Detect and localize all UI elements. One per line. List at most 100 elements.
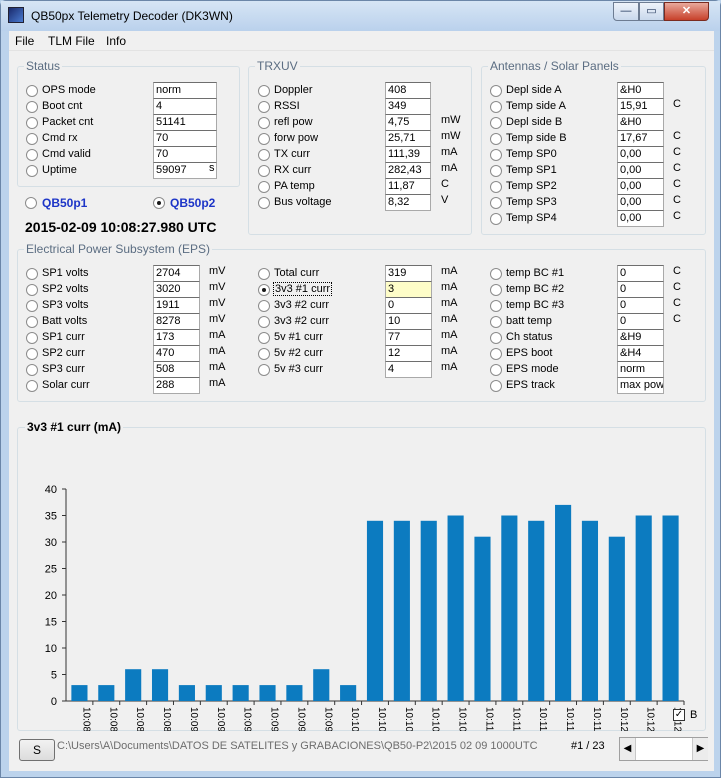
row-ops-mode[interactable]: OPS mode	[26, 83, 153, 99]
row-temp-bc-2[interactable]: temp BC #2	[490, 282, 617, 298]
close-button[interactable]: ✕	[664, 2, 709, 21]
row-sp1-curr[interactable]: SP1 curr	[26, 330, 153, 346]
row-forw-pow[interactable]: forw pow	[258, 131, 385, 147]
row-tx-curr[interactable]: TX curr	[258, 147, 385, 163]
row-sp2-volts[interactable]: SP2 volts	[26, 282, 153, 298]
row-batt-temp[interactable]: batt temp	[490, 314, 617, 330]
radio-temp-sp1[interactable]	[490, 165, 502, 177]
row-5v-1-curr[interactable]: 5v #1 curr	[258, 330, 385, 346]
radio-ops-mode[interactable]	[26, 85, 38, 97]
radio-temp-side-a[interactable]	[490, 101, 502, 113]
radio-temp-sp3[interactable]	[490, 197, 502, 209]
row-sp3-volts[interactable]: SP3 volts	[26, 298, 153, 314]
radio-rx-curr[interactable]	[258, 165, 270, 177]
radio-packet-cnt[interactable]	[26, 117, 38, 129]
radio-3v3-1-curr[interactable]	[258, 284, 270, 296]
radio-temp-sp4[interactable]	[490, 213, 502, 225]
radio-depl-side-b[interactable]	[490, 117, 502, 129]
radio-batt-volts[interactable]	[26, 316, 38, 328]
row-pa-temp[interactable]: PA temp	[258, 179, 385, 195]
row-temp-side-a[interactable]: Temp side A	[490, 99, 617, 115]
radio-pa-temp[interactable]	[258, 181, 270, 193]
next-arrow-icon[interactable]: ▶	[692, 738, 708, 760]
row-cmd-valid[interactable]: Cmd valid	[26, 147, 153, 163]
row-depl-side-a[interactable]: Depl side A	[490, 83, 617, 99]
prev-arrow-icon[interactable]: ◀	[620, 738, 636, 760]
row-temp-sp2[interactable]: Temp SP2	[490, 179, 617, 195]
row-rssi[interactable]: RSSI	[258, 99, 385, 115]
radio-tx-curr[interactable]	[258, 149, 270, 161]
radio-temp-bc-1[interactable]	[490, 268, 502, 280]
radio-batt-temp[interactable]	[490, 316, 502, 328]
row-doppler[interactable]: Doppler	[258, 83, 385, 99]
radio-depl-side-a[interactable]	[490, 85, 502, 97]
row-temp-bc-3[interactable]: temp BC #3	[490, 298, 617, 314]
row-temp-sp1[interactable]: Temp SP1	[490, 163, 617, 179]
maximize-button[interactable]: ▭	[639, 2, 664, 21]
radio-forw-pow[interactable]	[258, 133, 270, 145]
row-3v3-1-curr[interactable]: 3v3 #1 curr	[258, 282, 385, 298]
row-temp-sp0[interactable]: Temp SP0	[490, 147, 617, 163]
row-batt-volts[interactable]: Batt volts	[26, 314, 153, 330]
row-eps-mode[interactable]: EPS mode	[490, 362, 617, 378]
sat-option-qb50p2[interactable]: QB50p2	[153, 195, 215, 210]
radio-sp3-curr[interactable]	[26, 364, 38, 376]
row-uptime[interactable]: Uptime	[26, 163, 153, 179]
radio-cmd-rx[interactable]	[26, 133, 38, 145]
s-button[interactable]: S	[19, 739, 55, 761]
row-total-curr[interactable]: Total curr	[258, 266, 385, 282]
radio-sp3-volts[interactable]	[26, 300, 38, 312]
radio-boot-cnt[interactable]	[26, 101, 38, 113]
radio-3v3-2-curr[interactable]	[258, 300, 270, 312]
row-temp-sp3[interactable]: Temp SP3	[490, 195, 617, 211]
row-3v3-2-curr[interactable]: 3v3 #2 curr	[258, 314, 385, 330]
radio-temp-sp2[interactable]	[490, 181, 502, 193]
menu-file[interactable]: File	[15, 34, 34, 48]
radio-doppler[interactable]	[258, 85, 270, 97]
row-3v3-2-curr[interactable]: 3v3 #2 curr	[258, 298, 385, 314]
radio-temp-side-b[interactable]	[490, 133, 502, 145]
row-refl-pow[interactable]: refl pow	[258, 115, 385, 131]
radio-sp1-volts[interactable]	[26, 268, 38, 280]
radio-cmd-valid[interactable]	[26, 149, 38, 161]
row-eps-track[interactable]: EPS track	[490, 378, 617, 394]
radio-solar-curr[interactable]	[26, 380, 38, 392]
radio-total-curr[interactable]	[258, 268, 270, 280]
radio-eps-track[interactable]	[490, 380, 502, 392]
radio-5v-1-curr[interactable]	[258, 332, 270, 344]
radio-uptime[interactable]	[26, 165, 38, 177]
radio-rssi[interactable]	[258, 101, 270, 113]
radio-5v-3-curr[interactable]	[258, 364, 270, 376]
row-depl-side-b[interactable]: Depl side B	[490, 115, 617, 131]
radio-3v3-2-curr[interactable]	[258, 316, 270, 328]
radio-refl-pow[interactable]	[258, 117, 270, 129]
sat-radio-qb50p2[interactable]	[153, 197, 165, 209]
radio-5v-2-curr[interactable]	[258, 348, 270, 360]
row-boot-cnt[interactable]: Boot cnt	[26, 99, 153, 115]
row-temp-sp4[interactable]: Temp SP4	[490, 211, 617, 227]
sat-option-qb50p1[interactable]: QB50p1	[25, 195, 87, 210]
radio-temp-bc-2[interactable]	[490, 284, 502, 296]
row-cmd-rx[interactable]: Cmd rx	[26, 131, 153, 147]
row-temp-side-b[interactable]: Temp side B	[490, 131, 617, 147]
row-bus-voltage[interactable]: Bus voltage	[258, 195, 385, 211]
radio-eps-mode[interactable]	[490, 364, 502, 376]
row-sp3-curr[interactable]: SP3 curr	[26, 362, 153, 378]
menu-info[interactable]: Info	[106, 34, 126, 48]
sat-radio-qb50p1[interactable]	[25, 197, 37, 209]
row-sp1-volts[interactable]: SP1 volts	[26, 266, 153, 282]
radio-temp-bc-3[interactable]	[490, 300, 502, 312]
row-solar-curr[interactable]: Solar curr	[26, 378, 153, 394]
radio-sp1-curr[interactable]	[26, 332, 38, 344]
chart-b-checkbox[interactable]: ✓	[673, 709, 685, 721]
row-temp-bc-1[interactable]: temp BC #1	[490, 266, 617, 282]
row-5v-3-curr[interactable]: 5v #3 curr	[258, 362, 385, 378]
record-scroller[interactable]: ◀ ▶	[619, 737, 708, 761]
row-5v-2-curr[interactable]: 5v #2 curr	[258, 346, 385, 362]
radio-sp2-volts[interactable]	[26, 284, 38, 296]
row-packet-cnt[interactable]: Packet cnt	[26, 115, 153, 131]
radio-bus-voltage[interactable]	[258, 197, 270, 209]
row-sp2-curr[interactable]: SP2 curr	[26, 346, 153, 362]
row-rx-curr[interactable]: RX curr	[258, 163, 385, 179]
radio-eps-boot[interactable]	[490, 348, 502, 360]
